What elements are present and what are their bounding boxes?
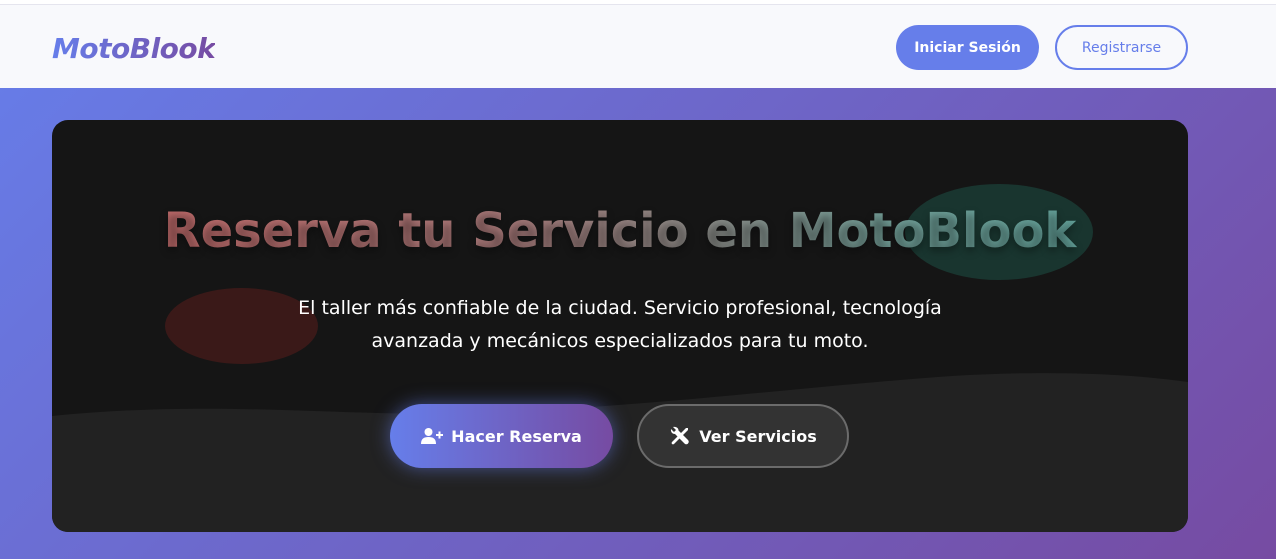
hero-section: Reserva tu Servicio en MotoBlook El tall… — [52, 120, 1188, 532]
view-services-button[interactable]: Ver Servicios — [637, 404, 849, 468]
user-plus-icon — [421, 427, 444, 445]
navbar: MotoBlook Iniciar Sesión Registrarse — [0, 4, 1276, 88]
hero-subtitle: El taller más confiable de la ciudad. Se… — [298, 297, 942, 352]
register-button[interactable]: Registrarse — [1055, 25, 1188, 70]
brand-logo[interactable]: MotoBlook — [52, 29, 216, 69]
hero-title: Reserva tu Servicio en MotoBlook — [52, 198, 1188, 264]
tools-icon — [669, 426, 691, 445]
login-button[interactable]: Iniciar Sesión — [896, 25, 1039, 70]
view-services-label: Ver Servicios — [699, 426, 817, 446]
make-reservation-label: Hacer Reserva — [451, 426, 582, 446]
make-reservation-button[interactable]: Hacer Reserva — [390, 404, 613, 468]
